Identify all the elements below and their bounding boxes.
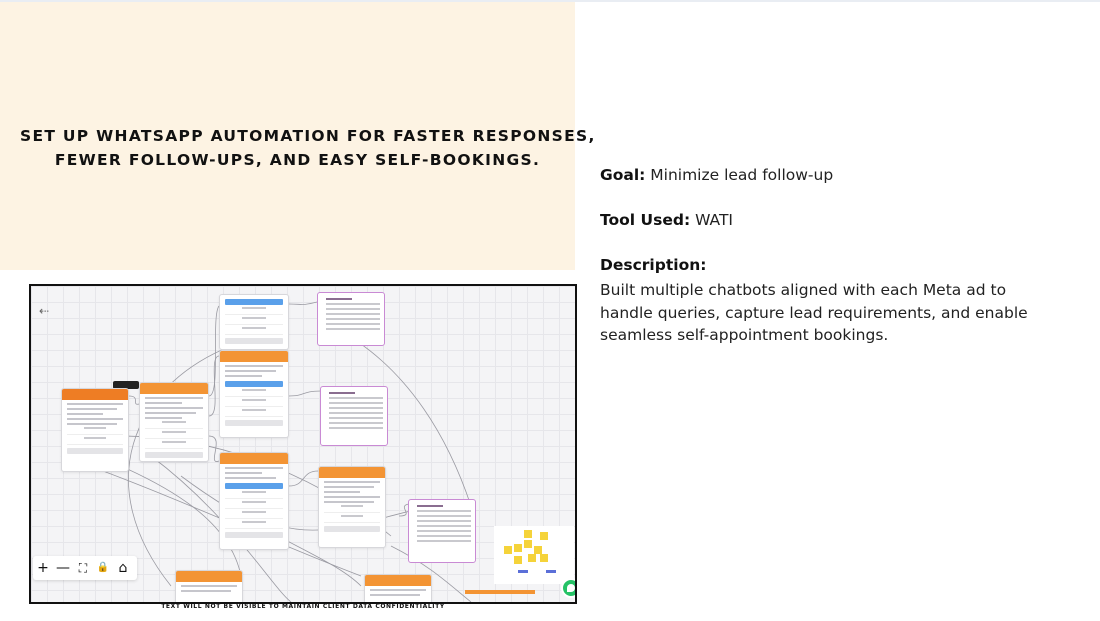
headline: SET UP WHATSAPP AUTOMATION FOR FASTER RE… <box>20 124 596 172</box>
sticky-notes-cluster <box>494 526 574 584</box>
goal-row: Goal: Minimize lead follow-up <box>600 166 833 184</box>
template-node-3[interactable] <box>408 499 476 563</box>
goal-label: Goal: <box>600 166 646 184</box>
template-node-1[interactable] <box>317 292 385 346</box>
flow-node-options[interactable] <box>139 382 209 462</box>
confidentiality-caption: TEXT WILL NOT BE VISIBLE TO MAINTAIN CLI… <box>161 603 445 610</box>
description-label: Description: <box>600 256 707 274</box>
lock-icon[interactable]: 🔒 <box>93 556 113 580</box>
flow-node-schedule[interactable] <box>318 466 386 548</box>
zoom-in-icon[interactable]: + <box>33 556 53 580</box>
tool-value: WATI <box>690 211 733 229</box>
home-icon[interactable]: ⌂ <box>113 556 133 580</box>
description-row: Description: <box>600 256 706 274</box>
flow-node-bottom-left[interactable] <box>175 570 243 602</box>
template-node-2[interactable] <box>320 386 388 446</box>
fit-view-icon[interactable]: ⛶ <box>73 556 93 580</box>
flow-node-list-bottom[interactable] <box>219 452 289 550</box>
flow-node-list-mid[interactable] <box>219 350 289 438</box>
chat-bubble-icon[interactable] <box>561 578 575 598</box>
flow-node-list-top[interactable] <box>219 294 289 350</box>
back-arrow-icon[interactable]: ⇠ <box>35 302 53 320</box>
tool-row: Tool Used: WATI <box>600 211 733 229</box>
goal-value: Minimize lead follow-up <box>645 166 834 184</box>
headline-line-1: SET UP WHATSAPP AUTOMATION FOR FASTER RE… <box>20 127 596 145</box>
headline-line-2: FEWER FOLLOW-UPS, AND EASY SELF-BOOKINGS… <box>54 151 541 169</box>
flow-node-welcome[interactable] <box>61 388 129 472</box>
description-text: Built multiple chatbots aligned with eac… <box>600 281 1028 344</box>
flow-node-edge <box>465 590 535 594</box>
flow-node-bottom-right[interactable] <box>364 574 432 602</box>
zoom-out-icon[interactable]: — <box>53 556 73 580</box>
tool-label: Tool Used: <box>600 211 691 229</box>
canvas-controls: + — ⛶ 🔒 ⌂ <box>33 556 137 580</box>
chatbot-flow-screenshot: ⇠ + — ⛶ 🔒 ⌂ <box>29 284 577 604</box>
